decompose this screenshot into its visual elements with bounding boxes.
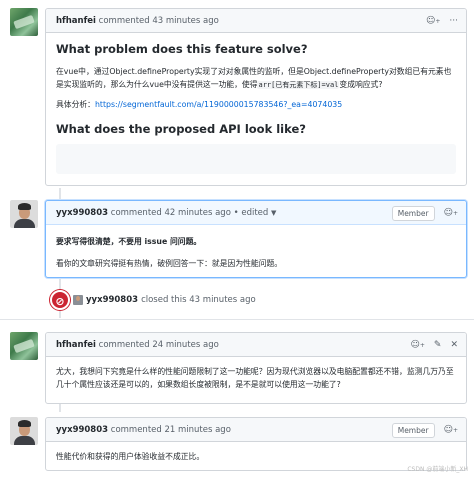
closed-event: yyx990803 closed this 43 minutes ago: [73, 293, 256, 307]
comment-body: 性能代价和获得的用户体验收益不成正比。: [46, 442, 466, 463]
comment-actions: Member ☺+: [391, 418, 458, 443]
add-reaction-icon[interactable]: ☺+: [444, 201, 458, 226]
more-options-icon[interactable]: ···: [449, 9, 458, 33]
comment-actions: Member ☺+: [391, 201, 458, 226]
comment-strong-text: 要求写得很清楚，不要用 issue 问问题。: [56, 237, 202, 246]
closed-icon: ⊘: [50, 290, 70, 310]
comment-header: yyx990803 commented 42 minutes ago • edi…: [46, 201, 466, 225]
watermark: CSDN @前端小新_XH: [407, 466, 468, 473]
comment-actions: ☺+ ✎ ✕: [410, 333, 458, 357]
add-reaction-icon[interactable]: ☺+: [410, 333, 424, 358]
comment-header: hfhanfei commented 24 minutes ago ☺+ ✎ ✕: [46, 333, 466, 357]
avatar[interactable]: [10, 417, 38, 445]
code-snippet: arr[已有元素下标]=val: [257, 81, 340, 89]
comment-timestamp[interactable]: commented 24 minutes ago: [99, 340, 219, 350]
description-text: 变成响应式?: [339, 80, 383, 89]
avatar[interactable]: [10, 8, 38, 36]
chevron-down-icon: ▼: [271, 209, 277, 217]
edited-menu[interactable]: • edited ▼: [234, 208, 277, 218]
feature-description: 在vue中，通过Object.defineProperty实现了对对象属性的监听…: [56, 65, 456, 92]
closed-by-user[interactable]: yyx990803: [86, 293, 138, 307]
comment-timestamp[interactable]: commented 42 minutes ago: [111, 208, 231, 218]
comment-header: yyx990803 commented 21 minutes ago Membe…: [46, 418, 466, 442]
avatar[interactable]: [10, 332, 38, 360]
close-icon[interactable]: ✕: [450, 333, 458, 357]
comment-box: hfhanfei commented 24 minutes ago ☺+ ✎ ✕…: [45, 332, 467, 404]
comment-header: hfhanfei commented 43 minutes ago ☺+ ···: [46, 9, 466, 33]
comment-timestamp[interactable]: commented 43 minutes ago: [99, 16, 219, 26]
feature-heading: What problem does this feature solve?: [56, 42, 308, 56]
comment-actions: ☺+ ···: [426, 9, 458, 33]
comment-body: What problem does this feature solve? 在v…: [46, 33, 466, 174]
add-reaction-icon[interactable]: ☺+: [444, 418, 458, 443]
comment-author[interactable]: yyx990803: [56, 425, 108, 435]
edited-label: • edited: [233, 208, 269, 218]
comment-body: 要求写得很清楚，不要用 issue 问问题。 看你的文章研究得挺有热情，破例回答…: [46, 225, 466, 270]
description-text: 在vue中，通过Object.defineProperty实现了对对象属性的监听…: [56, 67, 452, 89]
empty-code-block: [56, 144, 456, 174]
add-reaction-icon[interactable]: ☺+: [426, 9, 440, 34]
comment-text: 尤大，我想问下究竟是什么样的性能问题限制了这一功能呢？因为现代浏览器以及电脑配置…: [56, 367, 454, 389]
member-badge: Member: [391, 205, 435, 221]
avatar[interactable]: [73, 295, 83, 305]
comment-text: 看你的文章研究得挺有热情，破例回答一下：就是因为性能问题。: [56, 259, 283, 268]
comment-box: yyx990803 commented 21 minutes ago Membe…: [45, 417, 467, 471]
comment-body: 尤大，我想问下究竟是什么样的性能问题限制了这一功能呢？因为现代浏览器以及电脑配置…: [46, 357, 466, 391]
avatar[interactable]: [10, 200, 38, 228]
comment-box: yyx990803 commented 42 minutes ago • edi…: [45, 200, 467, 278]
analysis-line: 具体分析：https://segmentfault.com/a/11900000…: [56, 98, 456, 111]
api-heading: What does the proposed API look like?: [56, 122, 306, 136]
closed-event-text: closed this 43 minutes ago: [141, 295, 256, 305]
comment-author[interactable]: hfhanfei: [56, 16, 96, 26]
edit-icon[interactable]: ✎: [434, 333, 442, 357]
analysis-label: 具体分析：: [56, 100, 95, 109]
divider: [0, 319, 474, 320]
comment-timestamp[interactable]: commented 21 minutes ago: [111, 425, 231, 435]
comment-author[interactable]: yyx990803: [56, 208, 108, 218]
member-badge: Member: [391, 422, 435, 438]
analysis-link[interactable]: https://segmentfault.com/a/1190000015783…: [95, 100, 342, 109]
comment-text: 性能代价和获得的用户体验收益不成正比。: [56, 452, 205, 461]
comment-author[interactable]: hfhanfei: [56, 340, 96, 350]
comment-box: hfhanfei commented 43 minutes ago ☺+ ···…: [45, 8, 467, 186]
